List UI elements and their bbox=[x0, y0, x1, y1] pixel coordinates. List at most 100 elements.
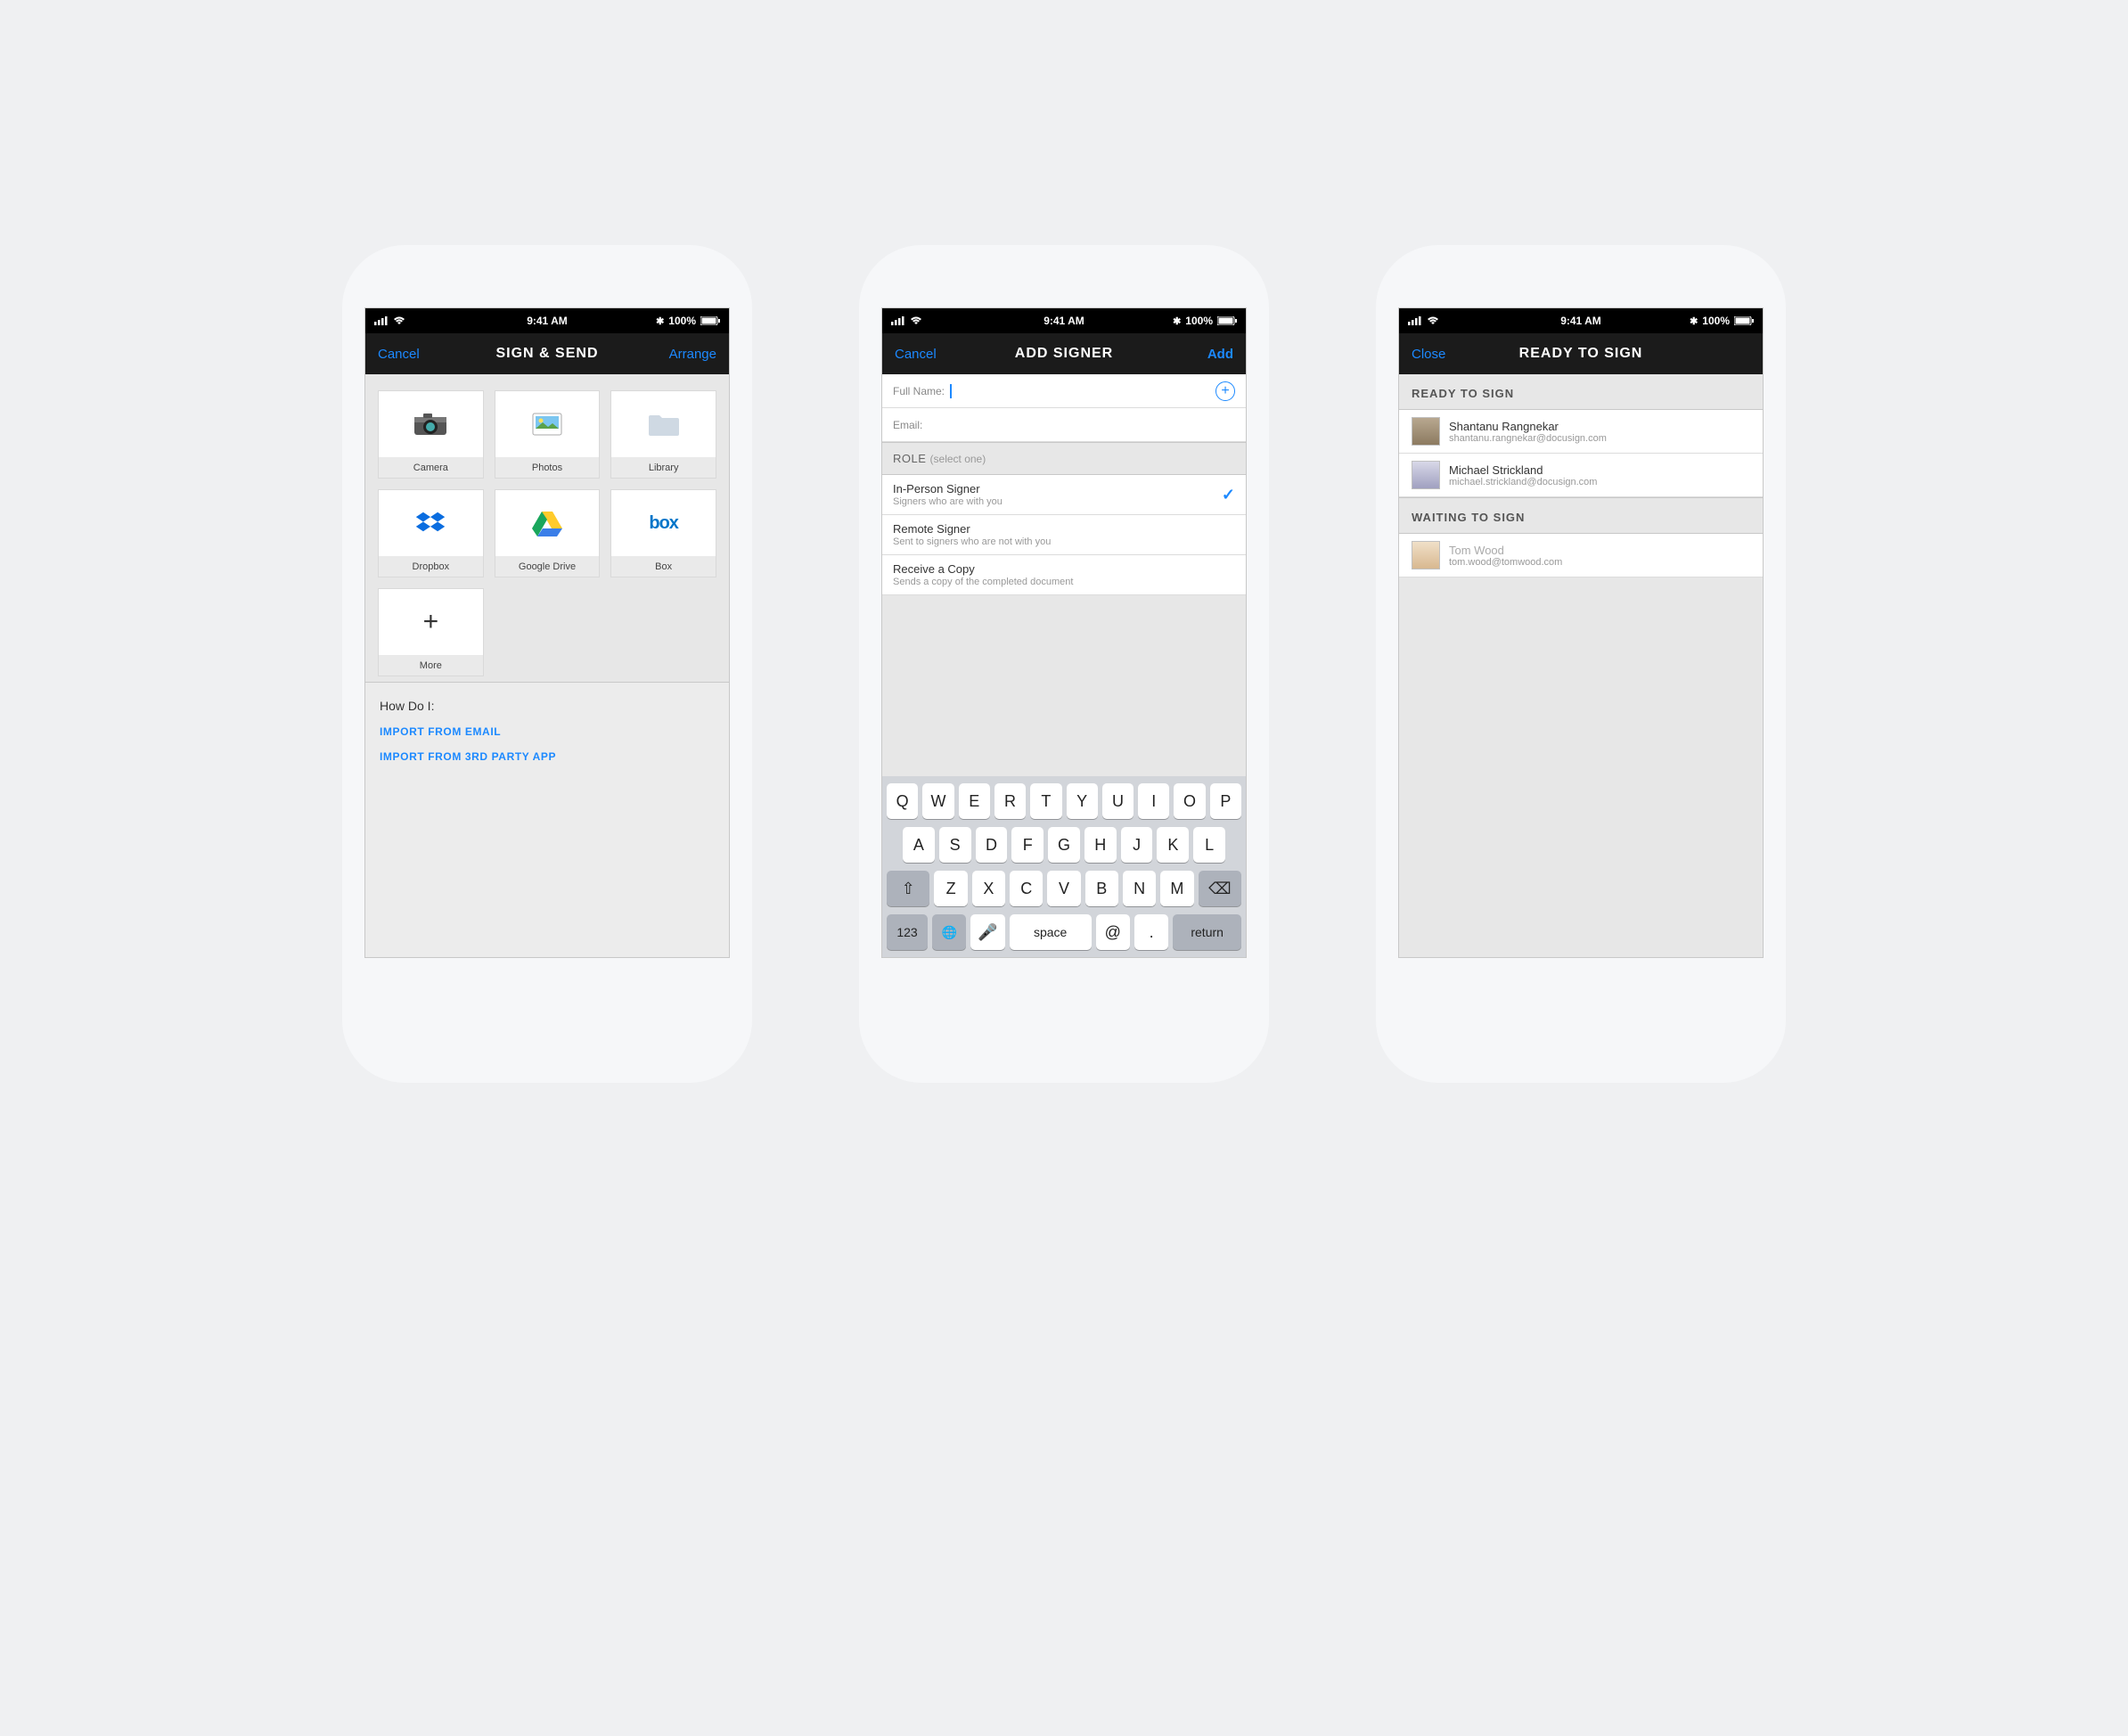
tile-camera[interactable]: Camera bbox=[378, 390, 484, 479]
page-title: READY TO SIGN bbox=[1519, 346, 1643, 362]
signer-row[interactable]: Michael Strickland michael.strickland@do… bbox=[1399, 454, 1763, 497]
key-at[interactable]: @ bbox=[1096, 914, 1130, 950]
signal-icon bbox=[891, 316, 905, 325]
key-x[interactable]: X bbox=[972, 871, 1005, 906]
role-in-person[interactable]: In-Person Signer Signers who are with yo… bbox=[882, 475, 1246, 515]
key-b[interactable]: B bbox=[1085, 871, 1118, 906]
signer-name: Shantanu Rangnekar bbox=[1449, 420, 1607, 433]
tile-box[interactable]: box Box bbox=[610, 489, 716, 577]
key-g[interactable]: G bbox=[1048, 827, 1080, 863]
arrange-button[interactable]: Arrange bbox=[669, 347, 716, 362]
signer-row[interactable]: Shantanu Rangnekar shantanu.rangnekar@do… bbox=[1399, 410, 1763, 454]
add-button[interactable]: Add bbox=[1207, 347, 1233, 362]
camera-icon bbox=[413, 412, 448, 437]
bluetooth-icon: ✱ bbox=[1173, 315, 1181, 327]
key-r[interactable]: R bbox=[994, 783, 1026, 819]
key-n[interactable]: N bbox=[1123, 871, 1156, 906]
key-a[interactable]: A bbox=[903, 827, 935, 863]
cancel-button[interactable]: Cancel bbox=[895, 347, 937, 362]
key-c[interactable]: C bbox=[1010, 871, 1043, 906]
key-space[interactable]: space bbox=[1010, 914, 1092, 950]
wifi-icon bbox=[910, 316, 922, 325]
key-e[interactable]: E bbox=[959, 783, 990, 819]
role-header-text: ROLE bbox=[893, 452, 926, 465]
checkmark-icon: ✓ bbox=[1222, 486, 1235, 504]
battery-icon bbox=[700, 316, 720, 325]
key-z[interactable]: Z bbox=[934, 871, 967, 906]
battery-pct: 100% bbox=[668, 315, 696, 327]
ready-section-header: READY TO SIGN bbox=[1399, 374, 1763, 410]
tile-label: Camera bbox=[413, 463, 448, 473]
role-remote[interactable]: Remote Signer Sent to signers who are no… bbox=[882, 515, 1246, 555]
cancel-button[interactable]: Cancel bbox=[378, 347, 420, 362]
role-title: In-Person Signer bbox=[893, 482, 1222, 495]
key-u[interactable]: U bbox=[1102, 783, 1134, 819]
tile-dropbox[interactable]: Dropbox bbox=[378, 489, 484, 577]
waiting-section-header: WAITING TO SIGN bbox=[1399, 497, 1763, 534]
key-l[interactable]: L bbox=[1193, 827, 1225, 863]
key-y[interactable]: Y bbox=[1067, 783, 1098, 819]
key-o[interactable]: O bbox=[1174, 783, 1205, 819]
key-return[interactable]: return bbox=[1173, 914, 1241, 950]
key-backspace[interactable]: ⌫ bbox=[1199, 871, 1241, 906]
tile-photos[interactable]: Photos bbox=[495, 390, 601, 479]
signer-name: Michael Strickland bbox=[1449, 463, 1597, 477]
status-time: 9:41 AM bbox=[1560, 315, 1601, 327]
signer-row-waiting[interactable]: Tom Wood tom.wood@tomwood.com bbox=[1399, 534, 1763, 577]
key-dot[interactable]: . bbox=[1134, 914, 1168, 950]
page-title: ADD SIGNER bbox=[1015, 346, 1113, 362]
source-grid: Camera Photos Libr bbox=[365, 374, 729, 682]
key-k[interactable]: K bbox=[1157, 827, 1189, 863]
backspace-icon: ⌫ bbox=[1208, 880, 1231, 898]
key-mic[interactable]: 🎤 bbox=[970, 914, 1004, 950]
key-t[interactable]: T bbox=[1030, 783, 1061, 819]
key-f[interactable]: F bbox=[1011, 827, 1044, 863]
fullname-input-row[interactable]: Full Name: + bbox=[882, 374, 1246, 408]
key-d[interactable]: D bbox=[976, 827, 1008, 863]
role-desc: Sends a copy of the completed document bbox=[893, 577, 1235, 587]
text-cursor bbox=[950, 384, 952, 398]
import-from-email-link[interactable]: IMPORT FROM EMAIL bbox=[380, 725, 715, 738]
role-receive-copy[interactable]: Receive a Copy Sends a copy of the compl… bbox=[882, 555, 1246, 595]
key-v[interactable]: V bbox=[1047, 871, 1080, 906]
email-input-row[interactable]: Email: bbox=[882, 408, 1246, 442]
key-globe[interactable]: 🌐 bbox=[932, 914, 966, 950]
key-q[interactable]: Q bbox=[887, 783, 918, 819]
dropbox-icon bbox=[414, 510, 446, 536]
phone-add-signer: 9:41 AM ✱ 100% Cancel ADD SIGNER Add Ful… bbox=[859, 245, 1269, 1083]
status-bar: 9:41 AM ✱ 100% bbox=[365, 308, 729, 333]
bluetooth-icon: ✱ bbox=[1690, 315, 1698, 327]
email-label: Email: bbox=[893, 419, 922, 431]
role-section-header: ROLE (select one) bbox=[882, 442, 1246, 475]
screen-sign-send: 9:41 AM ✱ 100% Cancel SIGN & SEND Arrang… bbox=[364, 307, 730, 958]
key-m[interactable]: M bbox=[1160, 871, 1193, 906]
tile-library[interactable]: Library bbox=[610, 390, 716, 479]
role-desc: Signers who are with you bbox=[893, 496, 1222, 507]
add-contact-button[interactable]: + bbox=[1215, 381, 1235, 401]
key-123[interactable]: 123 bbox=[887, 914, 928, 950]
key-shift[interactable]: ⇧ bbox=[887, 871, 929, 906]
page-title: SIGN & SEND bbox=[495, 346, 598, 362]
role-title: Receive a Copy bbox=[893, 562, 1235, 576]
import-from-3rd-party-link[interactable]: IMPORT FROM 3RD PARTY APP bbox=[380, 750, 715, 763]
key-h[interactable]: H bbox=[1084, 827, 1117, 863]
avatar bbox=[1412, 541, 1440, 569]
key-w[interactable]: W bbox=[922, 783, 954, 819]
status-time: 9:41 AM bbox=[1044, 315, 1084, 327]
tile-more[interactable]: + More bbox=[378, 588, 484, 676]
battery-icon bbox=[1217, 316, 1237, 325]
tile-label: Library bbox=[649, 463, 679, 473]
key-j[interactable]: J bbox=[1121, 827, 1153, 863]
key-i[interactable]: I bbox=[1138, 783, 1169, 819]
battery-pct: 100% bbox=[1185, 315, 1213, 327]
plus-icon: + bbox=[423, 607, 439, 637]
key-p[interactable]: P bbox=[1210, 783, 1241, 819]
close-button[interactable]: Close bbox=[1412, 347, 1445, 362]
screen-add-signer: 9:41 AM ✱ 100% Cancel ADD SIGNER Add Ful… bbox=[881, 307, 1247, 958]
phone-sign-send: 9:41 AM ✱ 100% Cancel SIGN & SEND Arrang… bbox=[342, 245, 752, 1083]
tile-google-drive[interactable]: Google Drive bbox=[495, 489, 601, 577]
nav-bar: Cancel SIGN & SEND Arrange bbox=[365, 333, 729, 374]
bluetooth-icon: ✱ bbox=[656, 315, 664, 327]
key-s[interactable]: S bbox=[939, 827, 971, 863]
avatar bbox=[1412, 461, 1440, 489]
